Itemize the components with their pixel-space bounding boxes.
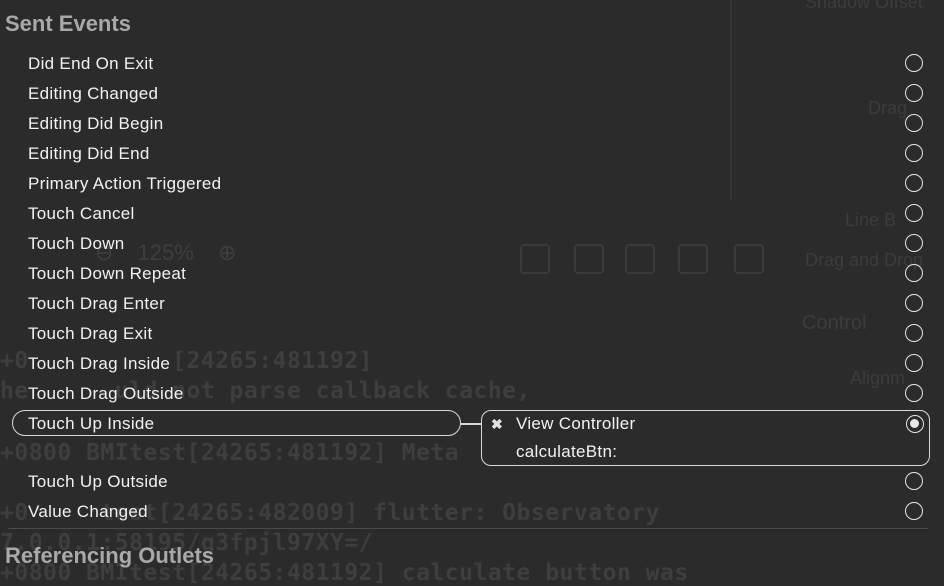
- connection-circle[interactable]: [905, 114, 923, 132]
- connection-circle[interactable]: [905, 264, 923, 282]
- event-row-touch-drag-enter: Touch Drag Enter: [0, 289, 944, 319]
- event-label: Editing Did Begin: [28, 114, 164, 133]
- close-x-icon[interactable]: ✖: [491, 416, 503, 433]
- event-row-touch-down-repeat: Touch Down Repeat: [0, 259, 944, 289]
- event-row-touch-drag-exit: Touch Drag Exit: [0, 319, 944, 349]
- event-label: Touch Down: [28, 234, 125, 253]
- event-row-touch-drag-inside: Touch Drag Inside: [0, 349, 944, 379]
- connections-hud: Sent Events Did End On Exit Editing Chan…: [0, 0, 944, 584]
- connection-circle[interactable]: [905, 234, 923, 252]
- sent-events-title: Sent Events: [5, 11, 131, 36]
- connection-circle[interactable]: [905, 354, 923, 372]
- event-label: Touch Drag Exit: [28, 324, 153, 343]
- event-label: Editing Did End: [28, 144, 150, 163]
- connection-circle[interactable]: [905, 384, 923, 402]
- event-row-touch-drag-outside: Touch Drag Outside: [0, 379, 944, 409]
- event-label: Touch Drag Inside: [28, 354, 171, 373]
- event-label: Did End On Exit: [28, 54, 154, 73]
- connection-circle[interactable]: [905, 502, 923, 520]
- event-label: Editing Changed: [28, 84, 159, 103]
- connection-method: calculateBtn:: [516, 442, 618, 461]
- connection-circle[interactable]: [905, 144, 923, 162]
- event-label: Touch Cancel: [28, 204, 135, 223]
- event-row-editing-changed: Editing Changed: [0, 79, 944, 109]
- event-row-editing-did-begin: Editing Did Begin: [0, 109, 944, 139]
- event-row-touch-down: Touch Down: [0, 229, 944, 259]
- event-label: Touch Up Inside: [28, 414, 155, 433]
- event-label: Touch Drag Outside: [28, 384, 184, 403]
- event-row-did-end-on-exit: Did End On Exit: [0, 49, 944, 79]
- connection-circle[interactable]: [905, 294, 923, 312]
- connection-circle[interactable]: [905, 84, 923, 102]
- event-label: Touch Down Repeat: [28, 264, 187, 283]
- event-row-touch-up-outside: Touch Up Outside: [0, 467, 944, 497]
- connection-circle[interactable]: [905, 324, 923, 342]
- connection-line: [461, 423, 482, 425]
- event-label: Touch Up Outside: [28, 472, 168, 491]
- event-label: Value Changed: [28, 502, 148, 521]
- connection-target-box[interactable]: ✖ View Controller calculateBtn:: [481, 410, 930, 466]
- event-label: Touch Drag Enter: [28, 294, 166, 313]
- event-row-primary-action-triggered: Primary Action Triggered: [0, 169, 944, 199]
- connection-circle[interactable]: [905, 54, 923, 72]
- connection-circle[interactable]: [905, 174, 923, 192]
- section-divider: [8, 528, 928, 529]
- connected-circle[interactable]: [906, 415, 924, 433]
- referencing-outlets-title: Referencing Outlets: [5, 543, 215, 568]
- connection-circle[interactable]: [905, 204, 923, 222]
- event-row-value-changed: Value Changed: [0, 497, 944, 527]
- connection-target: View Controller: [516, 414, 636, 433]
- event-row-touch-cancel: Touch Cancel: [0, 199, 944, 229]
- event-row-editing-did-end: Editing Did End: [0, 139, 944, 169]
- connection-circle[interactable]: [905, 472, 923, 490]
- event-label: Primary Action Triggered: [28, 174, 222, 193]
